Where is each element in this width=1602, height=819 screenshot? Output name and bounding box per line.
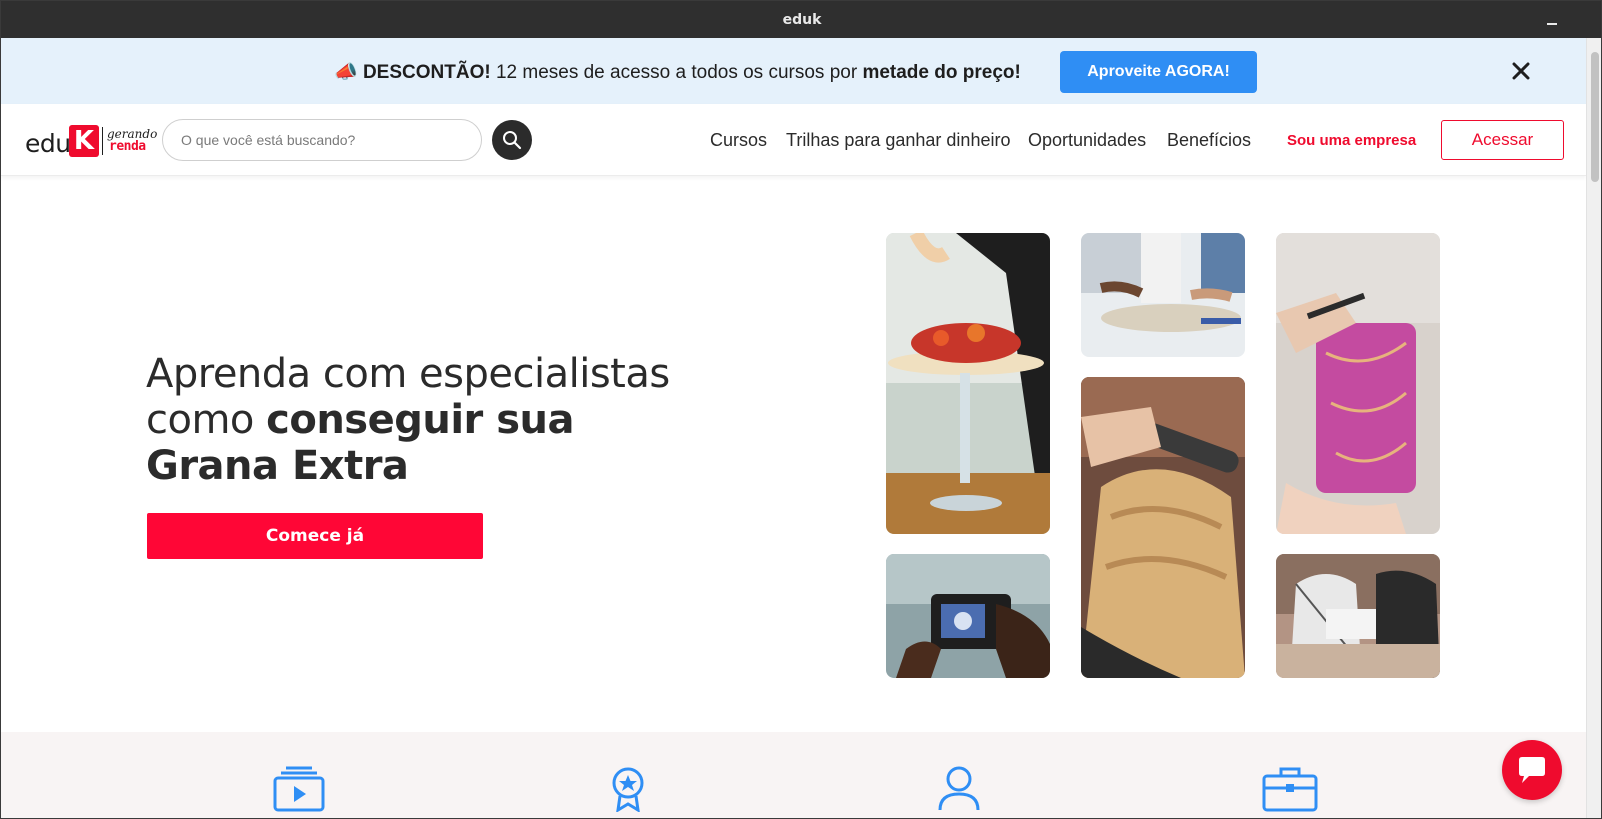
- cooking-class-photo: [1276, 554, 1440, 678]
- cake-decorating-photo: [886, 233, 1050, 534]
- hero-line-2: como conseguir sua: [146, 397, 670, 443]
- glass-painting-photo: [1276, 233, 1440, 534]
- hero-line-2-plain: como: [146, 397, 267, 443]
- close-icon[interactable]: [1508, 58, 1534, 84]
- features-section: [1, 732, 1586, 818]
- nav-empresa-link[interactable]: Sou uma empresa: [1287, 132, 1416, 149]
- hero-title: Aprenda com especialistas como conseguir…: [146, 351, 670, 489]
- nav-oportunidades[interactable]: Oportunidades: [1028, 130, 1146, 151]
- hero-line-3: Grana Extra: [146, 443, 670, 489]
- briefcase-icon: [1262, 766, 1318, 817]
- hair-styling-photo: [1081, 377, 1245, 678]
- promo-cta-button[interactable]: Aproveite AGORA!: [1060, 51, 1257, 93]
- window-title: eduk: [782, 12, 822, 28]
- login-button[interactable]: Acessar: [1441, 120, 1564, 160]
- promo-body: 12 meses de acesso a todos os cursos por: [490, 62, 863, 83]
- eduk-logo[interactable]: edu K gerando renda: [25, 125, 157, 158]
- nav-cursos[interactable]: Cursos: [710, 130, 767, 151]
- logo-divider: [102, 127, 103, 155]
- page-scrollbar[interactable]: [1586, 38, 1601, 818]
- logo-edu-text: edu: [25, 129, 71, 158]
- site-header: edu K gerando renda Cursos Trilhas para …: [1, 104, 1586, 176]
- nav-trilhas[interactable]: Trilhas para ganhar dinheiro: [786, 130, 1010, 151]
- logo-renda-text: renda: [109, 139, 146, 154]
- logo-k-mark: K: [69, 125, 99, 157]
- certificate-icon: [610, 766, 646, 817]
- megaphone-icon: 📣: [334, 62, 358, 83]
- search-icon: [503, 131, 522, 150]
- chat-button[interactable]: [1502, 740, 1562, 800]
- user-profile-icon: [937, 766, 981, 817]
- promo-text: 📣 DESCONTÃO! 12 meses de acesso a todos …: [334, 60, 1021, 84]
- promo-highlight: metade do preço!: [862, 62, 1021, 83]
- chat-bubble-icon: [1519, 757, 1545, 783]
- hero-line-3-bold: Grana Extra: [146, 443, 409, 489]
- sewing-machine-photo: [1081, 233, 1245, 357]
- search-button[interactable]: [492, 120, 532, 160]
- hero-line-1: Aprenda com especialistas: [146, 351, 670, 397]
- nav-beneficios[interactable]: Benefícios: [1167, 130, 1251, 151]
- browser-window: eduk ✕ 📣 DESCONTÃO! 12 meses de acesso a…: [0, 0, 1602, 819]
- hero-line-2-bold: conseguir sua: [266, 397, 574, 443]
- title-bar: eduk ✕: [1, 1, 1601, 38]
- minimize-icon[interactable]: [1543, 11, 1561, 29]
- promo-headline: DESCONTÃO!: [362, 62, 491, 83]
- promo-banner: 📣 DESCONTÃO! 12 meses de acesso a todos …: [1, 38, 1586, 104]
- scrollbar-thumb[interactable]: [1591, 52, 1599, 182]
- video-lessons-icon: [273, 766, 325, 817]
- start-now-button[interactable]: Comece já: [147, 513, 483, 559]
- search-input[interactable]: [162, 119, 482, 161]
- camera-photography-photo: [886, 554, 1050, 678]
